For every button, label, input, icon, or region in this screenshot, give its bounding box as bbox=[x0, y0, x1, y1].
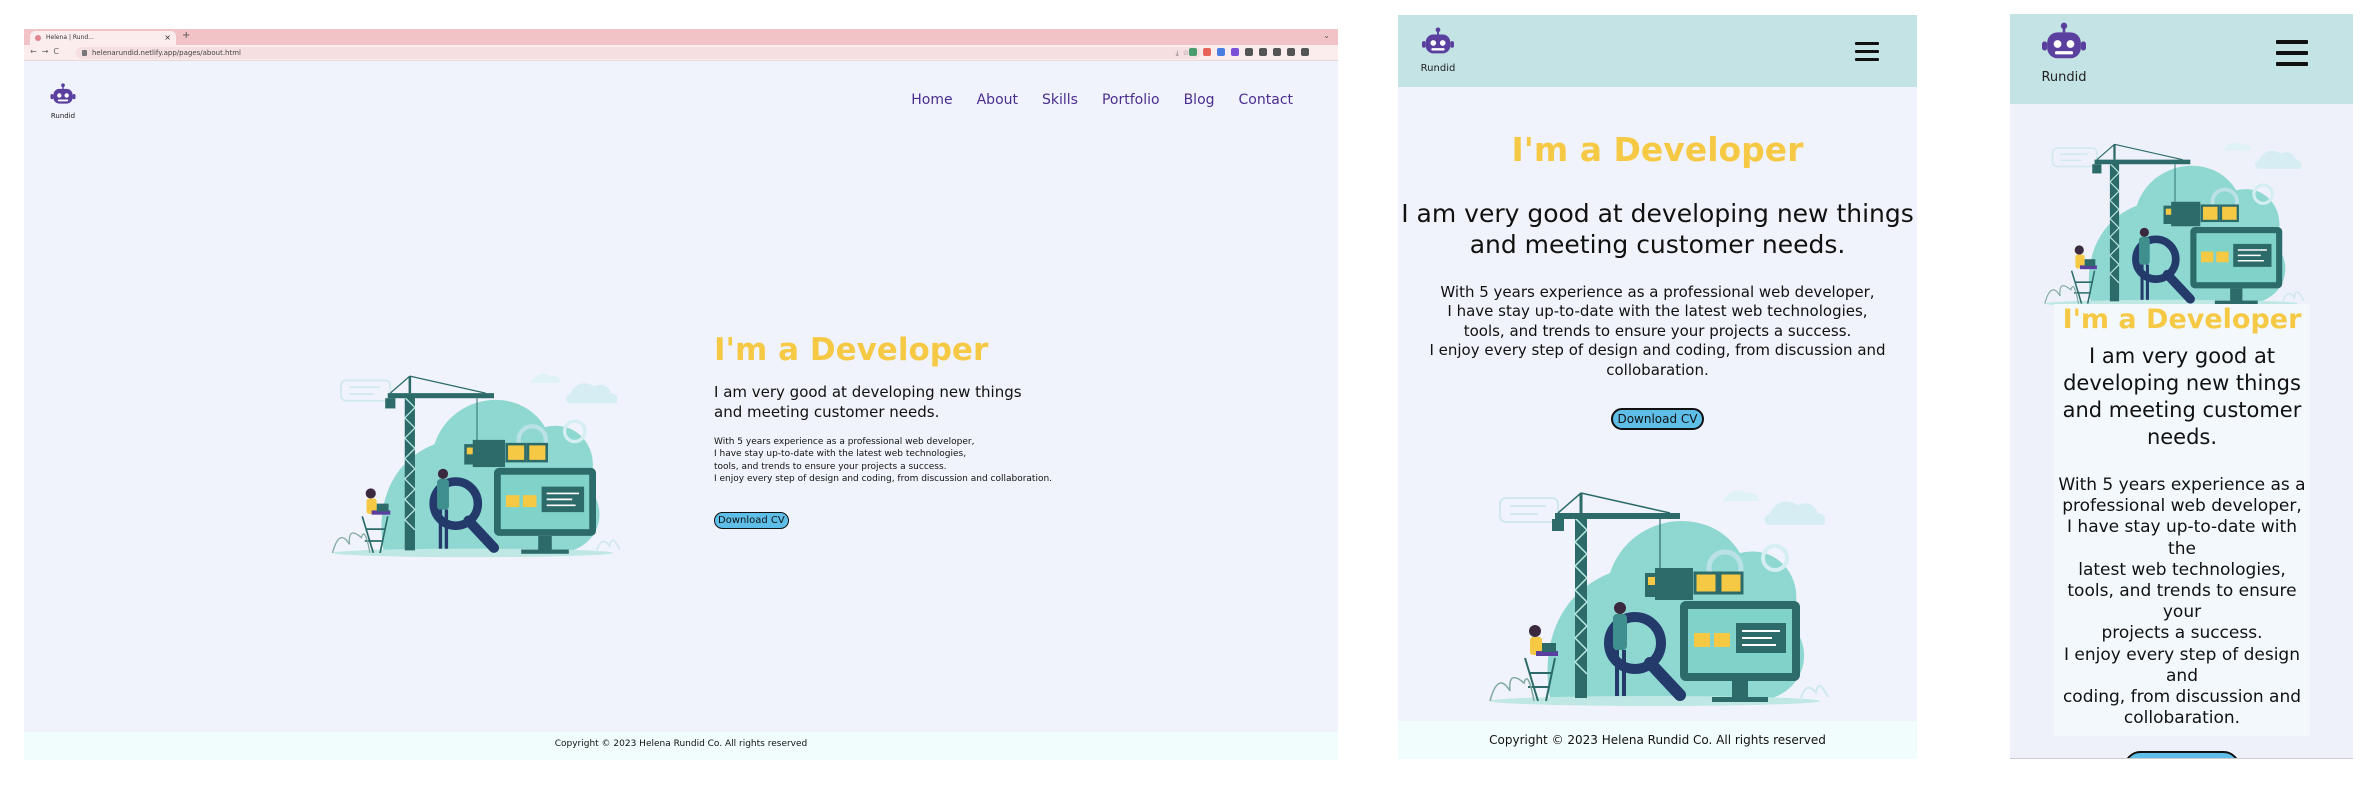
hero-description: With 5 years experience as a professiona… bbox=[714, 437, 1053, 484]
header: Rundid bbox=[2010, 14, 2353, 104]
hero-title: I'm a Developer bbox=[2062, 304, 2302, 335]
logo-text: Rundid bbox=[50, 112, 76, 120]
address-bar[interactable]: helenarundid.netlify.app/pages/about.htm… bbox=[76, 47, 1201, 59]
nav-item-portfolio[interactable]: Portfolio bbox=[1102, 92, 1160, 108]
extension-icon[interactable] bbox=[1217, 48, 1225, 56]
hamburger-icon[interactable] bbox=[1855, 42, 1879, 66]
extension-icon[interactable] bbox=[1189, 48, 1197, 56]
nav-item-contact[interactable]: Contact bbox=[1239, 92, 1293, 108]
logo-text: Rundid bbox=[2041, 70, 2087, 85]
download-cv-button[interactable]: Download CV bbox=[714, 512, 789, 530]
extension-icon[interactable] bbox=[1203, 48, 1211, 56]
hero-subtitle: I am very good at developing new things … bbox=[2062, 344, 2302, 449]
copyright-text: Copyright © 2023 Helena Rundid Co. All r… bbox=[554, 739, 808, 749]
logo[interactable]: Rundid bbox=[1418, 27, 1458, 74]
header: Rundid bbox=[1398, 15, 1917, 87]
desktop-browser-view: Helena | Rund... × + ⌄ ←→C helenarundid.… bbox=[24, 29, 1338, 760]
extension-icon[interactable] bbox=[1259, 48, 1267, 56]
hero-subtitle: I am very good at developing new things … bbox=[1401, 199, 1914, 259]
lock-icon bbox=[82, 50, 87, 56]
back-forward-reload-icons[interactable]: ←→C bbox=[30, 47, 64, 56]
developer-illustration bbox=[324, 359, 630, 559]
developer-illustration bbox=[1480, 473, 1840, 708]
browser-tab-title: Helena | Rund... bbox=[46, 34, 94, 41]
robot-logo-icon bbox=[1418, 27, 1458, 59]
copyright-text: Copyright © 2023 Helena Rundid Co. All r… bbox=[1489, 733, 1826, 747]
tablet-view: Rundid I'm a Developer I am very good at… bbox=[1398, 15, 1917, 759]
address-url: helenarundid.netlify.app/pages/about.htm… bbox=[92, 49, 242, 57]
hero-subtitle: I am very good at developing new things … bbox=[714, 383, 1022, 421]
download-cv-button[interactable]: Download CV bbox=[1611, 408, 1704, 431]
browser-tab-strip: Helena | Rund... × + ⌄ bbox=[24, 29, 1338, 45]
robot-logo-icon bbox=[48, 83, 78, 108]
browser-tab[interactable]: Helena | Rund... × bbox=[30, 31, 176, 45]
close-tab-icon[interactable]: × bbox=[164, 31, 171, 45]
extension-icon[interactable] bbox=[1245, 48, 1253, 56]
extension-icon[interactable] bbox=[1287, 48, 1295, 56]
hero-title: I'm a Developer bbox=[1511, 130, 1804, 169]
tab-search-icon[interactable]: ⌄ bbox=[1323, 31, 1330, 40]
robot-logo-icon bbox=[2038, 22, 2090, 66]
hamburger-icon[interactable] bbox=[2276, 40, 2308, 73]
footer: Copyright © 2023 Helena Rundid Co. All r… bbox=[24, 732, 1338, 760]
nav-item-home[interactable]: Home bbox=[911, 92, 952, 108]
new-tab-icon[interactable]: + bbox=[182, 30, 190, 41]
mobile-view: Rundid I'm a Developer I am very good at… bbox=[2010, 14, 2353, 759]
hero-title: I'm a Developer bbox=[714, 332, 989, 368]
extension-icon[interactable] bbox=[1231, 48, 1239, 56]
logo[interactable]: Rundid bbox=[48, 83, 78, 120]
browser-toolbar: ←→C helenarundid.netlify.app/pages/about… bbox=[24, 45, 1338, 61]
nav-item-skills[interactable]: Skills bbox=[1042, 92, 1078, 108]
favicon-icon bbox=[35, 35, 41, 41]
nav-item-blog[interactable]: Blog bbox=[1184, 92, 1215, 108]
logo[interactable]: Rundid bbox=[2038, 22, 2090, 85]
hero-section: I'm a Developer I am very good at develo… bbox=[714, 332, 1114, 530]
hero-section: I'm a Developer I am very good at develo… bbox=[2054, 304, 2310, 758]
nav-item-about[interactable]: About bbox=[977, 92, 1018, 108]
logo-text: Rundid bbox=[1420, 63, 1456, 74]
footer: Copyright © 2023 Helena Rundid Co. All r… bbox=[1398, 721, 1917, 759]
hero-section: I'm a Developer I am very good at develo… bbox=[1398, 130, 1917, 431]
extension-icons bbox=[1189, 48, 1309, 56]
hero-description: With 5 years experience as a professiona… bbox=[1429, 283, 1886, 379]
download-cv-button[interactable]: Download CV bbox=[2123, 751, 2241, 758]
main-nav: Home About Skills Portfolio Blog Contact bbox=[911, 92, 1293, 108]
extension-icon[interactable] bbox=[1273, 48, 1281, 56]
hero-description: With 5 years experience as a professiona… bbox=[2058, 475, 2306, 729]
developer-illustration bbox=[2015, 129, 2335, 309]
extension-icon[interactable] bbox=[1301, 48, 1309, 56]
